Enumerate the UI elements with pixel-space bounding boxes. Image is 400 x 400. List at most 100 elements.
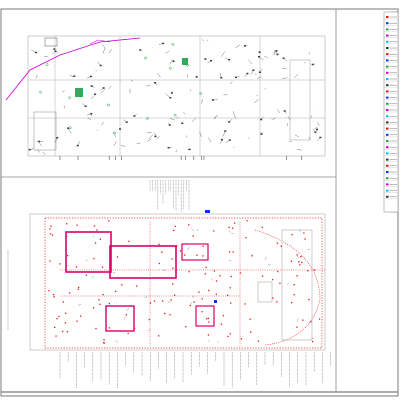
fixture-marker xyxy=(188,270,190,273)
fixture-marker xyxy=(162,300,164,302)
fixture-marker xyxy=(228,226,230,228)
detail-tag xyxy=(54,50,57,52)
detail-tag xyxy=(195,76,198,78)
fixture-marker xyxy=(215,280,218,282)
fixture-marker xyxy=(103,339,105,341)
detail-leader xyxy=(233,111,235,117)
legend-swatch xyxy=(386,53,389,56)
detail-tag xyxy=(94,93,97,96)
fixture-marker xyxy=(296,275,298,277)
fixture-marker xyxy=(101,266,104,268)
fixture-marker xyxy=(125,314,128,316)
legend-swatch xyxy=(386,121,389,124)
legend-swatch xyxy=(386,90,389,93)
detail-tag xyxy=(276,53,279,56)
detail-tag xyxy=(73,75,76,77)
legend-swatch xyxy=(386,59,389,62)
green-marker xyxy=(107,103,110,107)
detail-tag xyxy=(260,133,263,135)
detail-tag xyxy=(258,56,261,58)
green-marker xyxy=(173,113,177,117)
fixture-marker xyxy=(56,317,58,320)
detail-tag xyxy=(260,118,263,121)
fixture-marker xyxy=(94,242,97,244)
fixture-marker xyxy=(296,326,298,328)
fixture-marker xyxy=(128,240,130,243)
detail-tag xyxy=(89,75,92,78)
detail-tag xyxy=(258,71,261,74)
fixture-marker xyxy=(300,256,302,258)
legend-swatch xyxy=(386,140,389,142)
fixture-marker xyxy=(148,318,150,321)
fixture-marker xyxy=(158,243,160,246)
fixture-marker xyxy=(293,294,295,296)
green-marker xyxy=(45,63,49,66)
detail-tag xyxy=(220,138,223,141)
detail-leader xyxy=(165,51,170,54)
detail-tag xyxy=(133,115,136,117)
bottom-floor-plan xyxy=(7,180,331,389)
legend-swatch xyxy=(386,115,389,118)
fixture-marker xyxy=(249,318,251,320)
legend-swatch xyxy=(386,152,389,155)
detail-tag xyxy=(234,76,237,79)
detail-leader xyxy=(234,115,237,119)
fixture-marker xyxy=(293,284,295,286)
fixture-marker xyxy=(230,275,232,278)
fixture-marker xyxy=(174,225,176,228)
detail-leader xyxy=(210,278,213,281)
detail-leader xyxy=(113,141,117,146)
fixture-marker xyxy=(249,331,252,333)
fixture-marker xyxy=(49,233,52,235)
detail-tag xyxy=(224,130,227,132)
detail-leader xyxy=(90,94,96,100)
fixture-marker xyxy=(103,342,105,344)
fixture-marker xyxy=(313,269,316,271)
detail-leader xyxy=(187,247,190,251)
fixture-marker xyxy=(121,284,123,286)
detail-tag xyxy=(188,148,191,151)
fixture-marker xyxy=(184,254,186,256)
fixture-marker xyxy=(49,228,51,230)
fixture-marker xyxy=(95,327,97,330)
fixture-marker xyxy=(55,335,57,337)
detail-leader xyxy=(102,48,105,54)
detail-leader xyxy=(78,304,81,306)
legend-swatch xyxy=(386,189,389,192)
fixture-marker xyxy=(172,267,174,269)
green-marker xyxy=(39,90,42,94)
detail-leader xyxy=(296,256,300,259)
fixture-marker xyxy=(279,282,281,284)
fixture-marker xyxy=(234,222,236,224)
fixture-marker xyxy=(179,250,182,252)
detail-leader xyxy=(108,48,112,54)
detail-leader xyxy=(207,137,212,143)
fixture-marker xyxy=(227,294,229,296)
detail-tag xyxy=(154,135,157,138)
fixture-marker xyxy=(170,299,172,301)
detail-leader xyxy=(219,139,223,144)
detail-leader xyxy=(157,73,161,78)
detail-tag xyxy=(258,51,261,53)
fixture-marker xyxy=(62,330,64,333)
detail-leader xyxy=(115,340,119,343)
fixture-marker xyxy=(207,317,210,320)
detail-leader xyxy=(196,228,198,231)
fixture-marker xyxy=(213,230,215,232)
detail-leader xyxy=(254,73,257,76)
detail-tag xyxy=(35,51,38,54)
detail-tag xyxy=(119,128,122,130)
fixture-marker xyxy=(108,327,110,329)
fixture-marker xyxy=(62,301,65,303)
fixture-marker xyxy=(304,238,306,240)
fixture-marker xyxy=(173,229,175,232)
legend-swatch xyxy=(386,47,389,49)
legend-swatch xyxy=(386,102,389,105)
fixture-marker xyxy=(193,301,195,303)
legend-swatch xyxy=(386,171,389,173)
detail-leader xyxy=(185,135,188,138)
fixture-marker xyxy=(277,270,279,273)
detail-leader xyxy=(136,142,141,144)
legend-swatch xyxy=(386,133,389,136)
detail-tag xyxy=(28,148,31,151)
